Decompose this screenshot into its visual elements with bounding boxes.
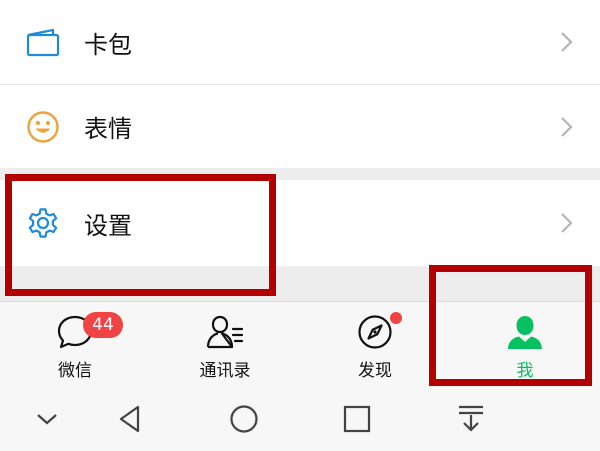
tab-label-chats: 微信 bbox=[58, 361, 92, 381]
person-icon bbox=[508, 316, 542, 349]
contacts-icon bbox=[206, 315, 244, 349]
menu-label-settings: 设置 bbox=[84, 211, 132, 240]
tab-label-me: 我 bbox=[516, 361, 534, 381]
bottom-tab-bar: 44 微信 通讯录 发现 我 bbox=[0, 301, 600, 386]
tab-contacts[interactable]: 通讯录 bbox=[150, 302, 300, 386]
chevron-right-icon bbox=[561, 32, 573, 52]
gear-icon bbox=[24, 204, 62, 242]
tab-me[interactable]: 我 bbox=[450, 302, 600, 386]
menu-label-stickers: 表情 bbox=[84, 115, 132, 143]
tab-discover[interactable]: 发现 bbox=[300, 302, 450, 386]
pull-down-icon[interactable] bbox=[454, 402, 488, 436]
card-wallet-icon bbox=[24, 23, 62, 61]
menu-label-cards: 卡包 bbox=[84, 30, 132, 59]
recents-square-icon[interactable] bbox=[340, 402, 374, 436]
tab-label-discover: 发现 bbox=[358, 361, 392, 381]
menu-row-cards[interactable]: 卡包 bbox=[0, 0, 600, 85]
system-nav-bar bbox=[0, 386, 600, 451]
back-triangle-icon[interactable] bbox=[113, 402, 147, 436]
chevron-right-icon bbox=[561, 213, 573, 233]
me-page: 卡包 表情 设置 44 微信 通讯录 发现 我 bbox=[0, 0, 600, 451]
discover-new-dot bbox=[390, 312, 402, 324]
compass-icon bbox=[358, 315, 392, 349]
menu-row-settings[interactable]: 设置 bbox=[0, 180, 600, 266]
unread-badge: 44 bbox=[83, 312, 123, 338]
home-circle-icon[interactable] bbox=[227, 402, 261, 436]
tab-label-contacts: 通讯录 bbox=[199, 361, 251, 381]
menu-row-stickers[interactable]: 表情 bbox=[0, 85, 600, 168]
chevron-down-icon[interactable] bbox=[30, 402, 64, 436]
tab-chats[interactable]: 44 微信 bbox=[0, 302, 150, 386]
chevron-right-icon bbox=[561, 116, 573, 137]
smiley-icon bbox=[24, 108, 62, 146]
